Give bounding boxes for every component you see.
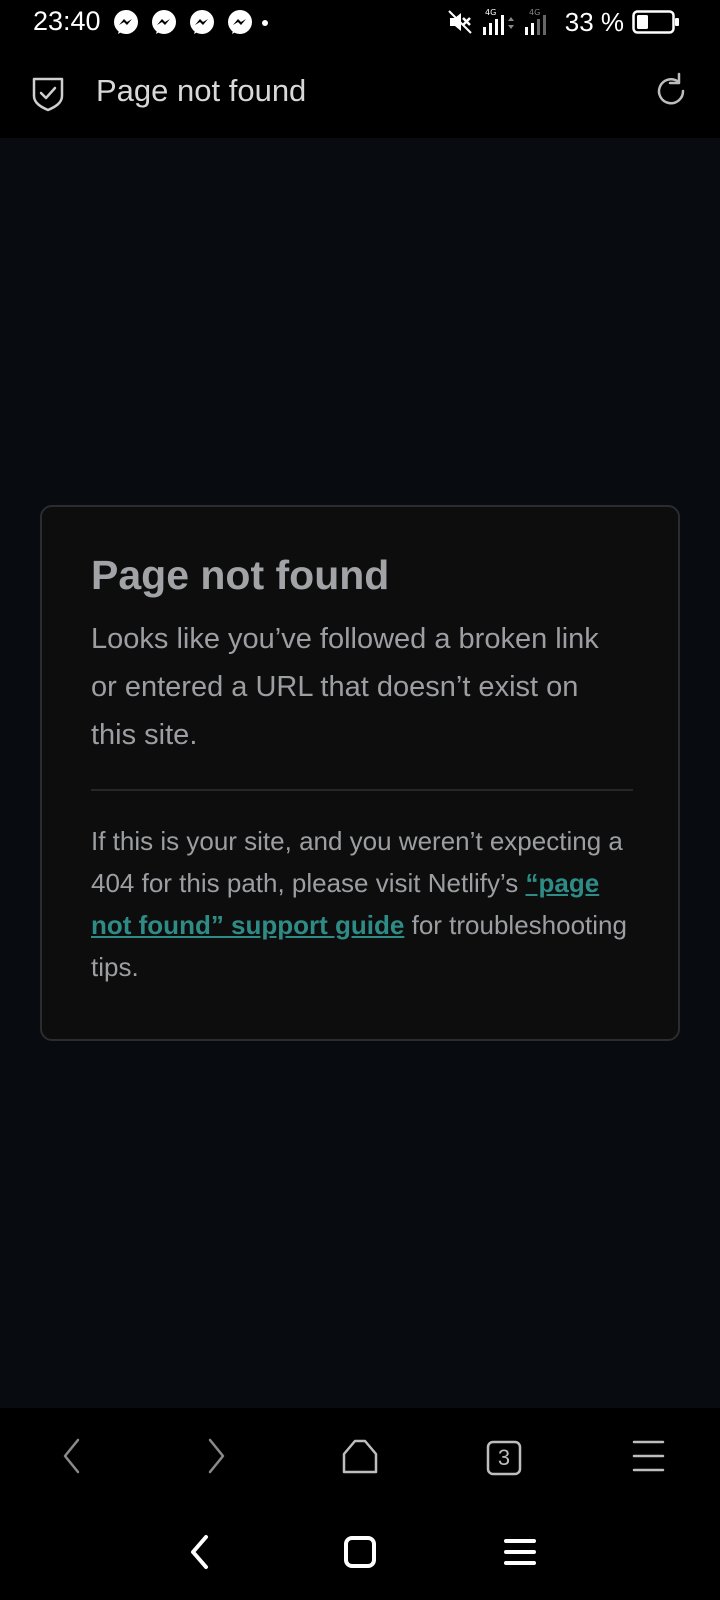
menu-icon <box>630 1439 666 1478</box>
system-navigation-bar <box>0 1508 720 1600</box>
status-indicators: 4G 4G 33 % <box>447 6 680 38</box>
status-time: 23:40 <box>33 6 101 36</box>
notification-icons <box>112 9 268 37</box>
chevron-left-icon <box>60 1437 84 1480</box>
back-button[interactable] <box>48 1436 96 1480</box>
network-type-label: 4G <box>485 8 496 17</box>
menu-button[interactable] <box>624 1436 672 1480</box>
messenger-icon <box>188 9 216 37</box>
page-title[interactable]: Page not found <box>96 73 306 109</box>
error-card: Page not found Looks like you’ve followe… <box>40 505 680 1041</box>
tabs-button[interactable]: 3 <box>480 1436 528 1480</box>
help-text: If this is your site, and you weren’t ex… <box>91 820 636 988</box>
signal-icon: 4G <box>481 7 515 37</box>
mute-icon <box>447 9 473 35</box>
tabs-icon: 3 <box>486 1440 522 1476</box>
messenger-icon <box>112 9 140 37</box>
divider <box>91 789 633 791</box>
hamburger-icon <box>503 1537 537 1572</box>
system-back-button[interactable] <box>176 1532 224 1576</box>
messenger-icon <box>226 9 254 37</box>
system-home-button[interactable] <box>336 1532 384 1576</box>
chevron-right-icon <box>204 1437 228 1480</box>
tab-count: 3 <box>497 1445 511 1470</box>
home-button[interactable] <box>336 1436 384 1480</box>
address-bar[interactable]: Page not found <box>0 44 720 138</box>
error-heading: Page not found <box>91 552 390 598</box>
system-recents-button[interactable] <box>496 1532 544 1576</box>
back-icon <box>188 1534 212 1575</box>
reload-icon[interactable] <box>652 72 690 115</box>
security-shield-icon[interactable] <box>30 74 66 117</box>
status-bar: 23:40 4G 4G 33 % <box>0 0 720 44</box>
signal-icon-2: 4G <box>523 7 553 37</box>
browser-toolbar: 3 <box>0 1408 720 1508</box>
battery-icon <box>632 9 680 35</box>
error-description: Looks like you’ve followed a broken link… <box>91 623 599 751</box>
network-type-label-2: 4G <box>529 8 540 17</box>
web-content: Page not found Looks like you’ve followe… <box>0 138 720 1408</box>
messenger-icon <box>150 9 178 37</box>
battery-percentage: 33 % <box>564 6 624 37</box>
forward-button[interactable] <box>192 1436 240 1480</box>
square-icon <box>343 1535 377 1574</box>
more-notifications-dot <box>262 20 268 26</box>
home-icon <box>340 1437 380 1480</box>
